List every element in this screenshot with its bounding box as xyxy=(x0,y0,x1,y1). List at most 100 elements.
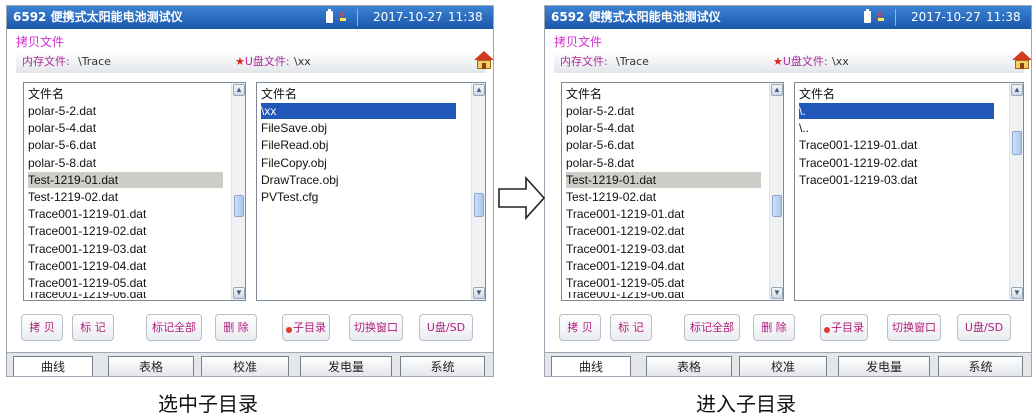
memory-file-item[interactable]: Test-1219-02.dat xyxy=(566,189,656,205)
udisk-list-scrollbar[interactable]: ▲ ▼ xyxy=(1009,83,1023,300)
delete-button[interactable]: 删 除 xyxy=(753,314,795,341)
subdirectory-button[interactable]: 子目录 xyxy=(282,314,330,341)
memory-file-item[interactable]: Trace001-1219-02.dat xyxy=(566,223,684,239)
udisk-file-item[interactable]: DrawTrace.obj xyxy=(261,172,339,188)
memory-file-item[interactable]: Test-1219-02.dat xyxy=(28,189,118,205)
memory-file-item[interactable]: Trace001-1219-04.dat xyxy=(566,258,684,274)
udisk-file-item[interactable]: FileRead.obj xyxy=(261,137,328,153)
memory-file-item[interactable]: Trace001-1219-01.dat xyxy=(566,206,684,222)
udisk-file-item[interactable]: FileCopy.obj xyxy=(261,155,327,171)
udisk-sd-button[interactable]: U盘/SD xyxy=(419,314,473,341)
scroll-up-arrow-icon[interactable]: ▲ xyxy=(233,84,245,96)
path-row: 内存文件: \Trace ★U盘文件: \xx xyxy=(554,51,1024,73)
udisk-file-label: ★U盘文件: xyxy=(773,51,828,73)
home-icon[interactable] xyxy=(1011,51,1031,70)
button-label: 标记全部 xyxy=(690,321,734,334)
list-header: 文件名 xyxy=(799,87,836,101)
mark-button[interactable]: 标 记 xyxy=(72,314,114,341)
button-label: U盘/SD xyxy=(426,321,466,334)
udisk-sd-button[interactable]: U盘/SD xyxy=(957,314,1011,341)
memory-file-item[interactable]: Trace001-1219-02.dat xyxy=(28,223,146,239)
memory-file-item[interactable]: polar-5-2.dat xyxy=(28,103,96,119)
button-label: 切换窗口 xyxy=(892,321,936,334)
tab-energy[interactable]: 发电量 xyxy=(300,356,392,376)
mark-all-button[interactable]: 标记全部 xyxy=(146,314,202,341)
memory-file-item[interactable]: polar-5-8.dat xyxy=(566,155,634,171)
tab-calibration[interactable]: 校准 xyxy=(201,356,289,376)
subdirectory-button[interactable]: 子目录 xyxy=(820,314,868,341)
charging-plug-icon: ⚡ xyxy=(875,9,887,25)
scroll-thumb[interactable] xyxy=(1012,131,1022,155)
memory-file-item[interactable]: Trace001-1219-05.dat xyxy=(566,275,684,291)
button-label: 子目录 xyxy=(831,321,864,334)
scroll-up-arrow-icon[interactable]: ▲ xyxy=(473,84,485,96)
scroll-thumb[interactable] xyxy=(772,195,782,217)
memory-file-item[interactable]: polar-5-6.dat xyxy=(566,137,634,153)
udisk-file-list[interactable]: 文件名 \. \.. Trace001-1219-01.dat Trace001-12… xyxy=(794,82,1024,301)
tab-curve[interactable]: 曲线 xyxy=(551,356,631,376)
tab-calibration[interactable]: 校准 xyxy=(739,356,827,376)
memory-file-item[interactable]: Test-1219-01.dat xyxy=(28,171,223,188)
udisk-file-item[interactable]: PVTest.cfg xyxy=(261,189,318,205)
scroll-thumb[interactable] xyxy=(234,195,244,217)
udisk-file-item[interactable]: FileSave.obj xyxy=(261,120,327,136)
tab-system[interactable]: 系统 xyxy=(938,356,1023,376)
memory-file-item[interactable]: Trace001-1219-01.dat xyxy=(28,206,146,222)
udisk-file-item[interactable]: \. xyxy=(799,103,994,119)
memory-path: \Trace xyxy=(78,55,111,68)
scroll-up-arrow-icon[interactable]: ▲ xyxy=(771,84,783,96)
tab-energy[interactable]: 发电量 xyxy=(838,356,930,376)
tab-system[interactable]: 系统 xyxy=(400,356,485,376)
scroll-down-arrow-icon[interactable]: ▼ xyxy=(473,287,485,299)
tab-curve[interactable]: 曲线 xyxy=(13,356,93,376)
memory-list-scrollbar[interactable]: ▲ ▼ xyxy=(769,83,783,300)
mark-button[interactable]: 标 记 xyxy=(610,314,652,341)
udisk-file-list[interactable]: 文件名 \xx FileSave.obj FileRead.obj FileCopy.… xyxy=(256,82,486,301)
memory-file-item[interactable]: Trace001-1219-06.dat xyxy=(28,292,146,300)
title-separator xyxy=(357,9,358,26)
udisk-file-item[interactable]: \xx xyxy=(261,103,456,119)
tab-table[interactable]: 表格 xyxy=(108,356,194,376)
udisk-path: \xx xyxy=(294,55,311,68)
switch-window-button[interactable]: 切换窗口 xyxy=(887,314,941,341)
memory-file-item[interactable]: Trace001-1219-03.dat xyxy=(28,241,146,257)
memory-file-item[interactable]: Trace001-1219-04.dat xyxy=(28,258,146,274)
udisk-file-item[interactable]: Trace001-1219-03.dat xyxy=(799,172,917,188)
mark-all-button[interactable]: 标记全部 xyxy=(684,314,740,341)
delete-button[interactable]: 删 除 xyxy=(215,314,257,341)
copy-button[interactable]: 拷 贝 xyxy=(559,314,601,341)
udisk-file-item[interactable]: Trace001-1219-01.dat xyxy=(799,137,917,153)
udisk-file-label: ★U盘文件: xyxy=(235,51,290,73)
memory-file-item[interactable]: polar-5-2.dat xyxy=(566,103,634,119)
memory-file-item[interactable]: polar-5-4.dat xyxy=(28,120,96,136)
udisk-file-item[interactable]: Trace001-1219-02.dat xyxy=(799,155,917,171)
button-label: 删 除 xyxy=(223,321,249,334)
memory-file-item[interactable]: Trace001-1219-05.dat xyxy=(28,275,146,291)
scroll-up-arrow-icon[interactable]: ▲ xyxy=(1011,84,1023,96)
scroll-down-arrow-icon[interactable]: ▼ xyxy=(771,287,783,299)
memory-file-item[interactable]: polar-5-4.dat xyxy=(566,120,634,136)
scroll-down-arrow-icon[interactable]: ▼ xyxy=(1011,287,1023,299)
memory-file-list[interactable]: 文件名 polar-5-2.dat polar-5-4.dat polar-5-6.… xyxy=(561,82,784,301)
time-display: 11:38 xyxy=(448,10,483,24)
memory-file-item[interactable]: Test-1219-01.dat xyxy=(566,171,761,188)
memory-file-item[interactable]: Trace001-1219-03.dat xyxy=(566,241,684,257)
list-header: 文件名 xyxy=(28,87,65,101)
memory-file-item[interactable]: polar-5-6.dat xyxy=(28,137,96,153)
device-title: 6592 便携式太阳能电池测试仪 xyxy=(551,10,721,24)
scroll-down-arrow-icon[interactable]: ▼ xyxy=(233,287,245,299)
scroll-thumb[interactable] xyxy=(474,193,484,217)
udisk-list-scrollbar[interactable]: ▲ ▼ xyxy=(471,83,485,300)
memory-list-scrollbar[interactable]: ▲ ▼ xyxy=(231,83,245,300)
switch-window-button[interactable]: 切换窗口 xyxy=(349,314,403,341)
bottom-tab-bar: 曲线 表格 校准 发电量 系统 xyxy=(7,352,493,376)
memory-file-list[interactable]: 文件名 polar-5-2.dat polar-5-4.dat polar-5-6.… xyxy=(23,82,246,301)
memory-file-item[interactable]: Trace001-1219-06.dat xyxy=(566,292,684,300)
memory-file-item[interactable]: polar-5-8.dat xyxy=(28,155,96,171)
copy-button[interactable]: 拷 贝 xyxy=(21,314,63,341)
home-icon[interactable] xyxy=(473,51,493,70)
device-title: 6592 便携式太阳能电池测试仪 xyxy=(13,10,183,24)
udisk-file-item[interactable]: \.. xyxy=(799,120,809,136)
tab-table[interactable]: 表格 xyxy=(646,356,732,376)
section-title: 拷贝文件 xyxy=(554,35,603,49)
